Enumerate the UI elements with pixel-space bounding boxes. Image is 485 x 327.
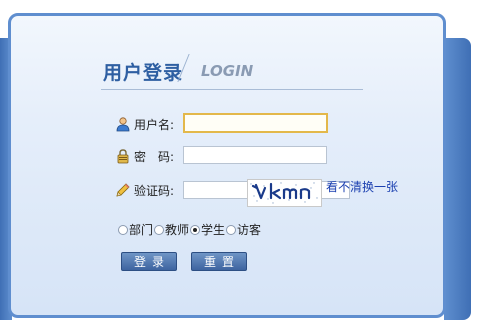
radio-button[interactable] — [154, 224, 165, 235]
role-label: 访客 — [237, 223, 262, 237]
radio-button[interactable] — [226, 224, 237, 235]
login-title: 用户登录 — [103, 62, 184, 84]
password-row: 密 码: — [115, 145, 174, 167]
username-label: 用户名: — [134, 117, 175, 132]
role-label: 教师 — [165, 223, 190, 237]
radio-button[interactable] — [118, 224, 128, 235]
password-label: 密 码: — [134, 149, 175, 164]
background-panel-right — [444, 38, 471, 320]
radio-button[interactable] — [190, 224, 201, 235]
login-button[interactable]: 登录 — [121, 252, 177, 271]
captcha-refresh-link[interactable]: 看不清换一张 — [326, 178, 398, 195]
role-option[interactable]: 教师 — [154, 221, 189, 238]
reset-button[interactable]: 重置 — [191, 252, 247, 271]
role-option[interactable]: 访客 — [226, 221, 261, 238]
username-input[interactable] — [183, 113, 328, 133]
role-label: 部门 — [129, 223, 154, 237]
captcha-image[interactable] — [247, 179, 322, 207]
password-input[interactable] — [183, 146, 327, 164]
user-icon — [115, 116, 131, 132]
role-selector: 部门 教师 学生 访客 — [118, 221, 262, 238]
role-option[interactable]: 部门 — [118, 221, 153, 238]
login-panel: 用户登录 LOGIN 用户名: 密 码: 验证码: 看不清换一张 部门 教师 学… — [8, 13, 446, 318]
title-underline — [101, 89, 363, 90]
username-row: 用户名: — [115, 113, 174, 135]
role-label: 学生 — [201, 223, 226, 237]
lock-icon — [115, 148, 131, 164]
pencil-icon — [115, 182, 131, 198]
captcha-row: 验证码: — [115, 179, 174, 201]
captcha-label: 验证码: — [134, 183, 175, 198]
login-subtitle: LOGIN — [201, 62, 254, 80]
role-option[interactable]: 学生 — [190, 221, 225, 238]
